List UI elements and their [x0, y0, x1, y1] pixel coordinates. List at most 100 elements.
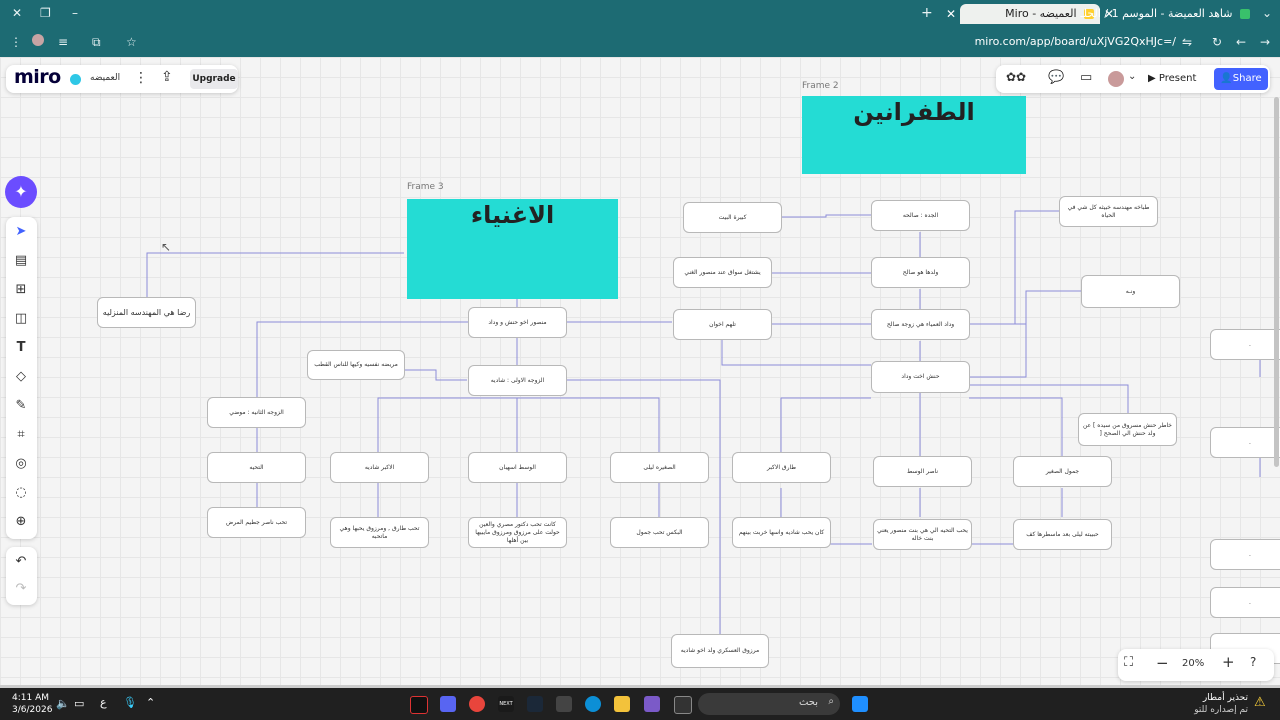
node-zawja-thania[interactable]: الزوجه الثانيه : موضي — [207, 397, 306, 428]
shapes-icon[interactable]: ◇ — [10, 366, 32, 388]
text-tool-icon[interactable]: T — [10, 337, 32, 359]
tray-chevron-up-icon[interactable]: ⌃ — [146, 696, 155, 709]
select-cursor-icon[interactable]: ➤ — [10, 221, 32, 243]
close-window-icon[interactable]: ✕ — [12, 4, 22, 22]
side-node-2[interactable]: . — [1210, 427, 1280, 458]
windows-start-icon[interactable] — [852, 696, 868, 712]
node-walad[interactable]: ولدها هو صالح — [871, 257, 970, 288]
clock[interactable]: 4:11 AM 3/6/2026 — [12, 692, 52, 716]
edge-icon[interactable] — [585, 696, 601, 712]
zoom-out-icon[interactable]: − — [1156, 654, 1169, 672]
recording-app-icon[interactable] — [410, 696, 428, 714]
bookmark-star-icon[interactable]: ☆ — [126, 33, 137, 51]
tab-shahid[interactable]: شاهد العميضة - الموسم 1 / الحلـ — [1081, 4, 1250, 24]
node-marzouq[interactable]: مرزوق العسكري ولد اخو شاديه — [671, 634, 769, 668]
extensions-icon[interactable]: ⧉ — [92, 33, 101, 51]
side-node-4[interactable]: . — [1210, 587, 1280, 618]
undo-icon[interactable]: ↶ — [10, 551, 32, 573]
node-jadda[interactable]: الجده : صالحه — [871, 200, 970, 231]
weather-alert-icon[interactable]: ⚠ — [1254, 695, 1266, 710]
network-icon[interactable]: ▭ — [74, 697, 84, 710]
comment-tool-icon[interactable]: ◌ — [10, 482, 32, 504]
user-avatar[interactable] — [1108, 71, 1124, 87]
frame-tool-icon[interactable]: ⌗ — [10, 424, 32, 446]
layout-grid-icon[interactable]: ⊞ — [10, 279, 32, 301]
reload-icon[interactable]: ↻ — [1212, 33, 1222, 51]
restore-window-icon[interactable]: ❐ — [40, 4, 51, 22]
back-arrow-icon[interactable]: ← — [1236, 33, 1246, 51]
miro-logo[interactable]: miro — [14, 66, 61, 88]
comments-icon[interactable]: 💬 — [1048, 70, 1064, 85]
board-name[interactable]: العميضه — [90, 73, 120, 83]
vertical-scrollbar[interactable] — [1274, 97, 1279, 467]
frame2-poor[interactable]: الطفرانين — [802, 96, 1026, 174]
search-box[interactable]: بحث ⌕ — [698, 693, 840, 715]
upgrade-button[interactable]: Upgrade — [190, 69, 238, 89]
miro-board-canvas[interactable]: Frame 3 الاغنياء Frame 2 الطفرانين رضا ه… — [0, 57, 1280, 685]
node-khatir[interactable]: خاطر حنش مسروق من سيده ] عن ولد حنش الي … — [1078, 413, 1177, 446]
node-nasser-wasat[interactable]: ناصر الوسط — [873, 456, 972, 487]
video-call-icon[interactable]: ▭ — [1080, 70, 1092, 85]
volume-icon[interactable]: 🔈 — [56, 697, 70, 710]
node-tabakha[interactable]: طباخه مهندسه خبيثه كل شي في الحياه — [1059, 196, 1158, 227]
redo-icon[interactable]: ↷ — [10, 578, 32, 600]
input-language[interactable]: ع — [100, 696, 107, 709]
m365-icon[interactable] — [644, 696, 660, 712]
store-icon[interactable] — [556, 696, 572, 712]
sticky-note-icon[interactable]: ◫ — [10, 308, 32, 330]
nvidia-next-icon[interactable]: NEXT — [498, 696, 514, 712]
minimize-window-icon[interactable]: – — [72, 4, 78, 22]
node-jamoul[interactable]: جمول الصغير — [1013, 456, 1112, 487]
node-widad[interactable]: وداد العمياء هي زوجة صالح — [871, 309, 970, 340]
close-tab-icon[interactable]: ✕ — [946, 4, 956, 24]
present-button[interactable]: ▶ Present — [1148, 69, 1208, 89]
node-akbar-shadia-text[interactable]: تحب طارق , ومرزوق يحبها وهي ماتحبه — [330, 517, 429, 548]
tab-miro[interactable]: العميضه - Miro — [960, 4, 1100, 24]
node-laila-text[interactable]: البكس تحب جمول — [610, 517, 709, 548]
node-sughra-laila[interactable]: الصغيره ليلى — [610, 452, 709, 483]
node-mariDa[interactable]: مريضه نفسيه وكيها للناس القطب — [307, 350, 405, 380]
palette-icon[interactable]: ◎ — [10, 453, 32, 475]
node-tawheed-text[interactable]: تحب ناصر جطيم المرض — [207, 507, 306, 538]
reading-mode-icon[interactable]: ≡ — [58, 33, 68, 51]
more-menu-icon[interactable]: ⋮ — [10, 33, 22, 51]
site-settings-icon[interactable]: ⇋ — [1182, 33, 1192, 51]
tab-search-chevron-icon[interactable]: ⌄ — [1262, 4, 1272, 22]
node-hanash[interactable]: حنش اخت وداد — [871, 361, 970, 393]
node-yashtaghil[interactable]: يشتغل سواق عند منصور الغني — [673, 257, 772, 288]
weather-warning[interactable]: تحذير أمطار تم إصداره للتو — [1178, 692, 1248, 716]
frame3-rich[interactable]: الاغنياء — [407, 199, 618, 299]
node-tawheed[interactable]: التحيه — [207, 452, 306, 483]
profile-avatar-icon[interactable] — [32, 33, 44, 51]
node-wasat-suhaiban[interactable]: الوسط اسهبان — [468, 452, 567, 483]
node-kabira[interactable]: كبيرة البيت — [683, 202, 782, 233]
node-mansour[interactable]: منصور اخو حنش و وداد — [468, 307, 567, 338]
node-reda[interactable]: رضا هي المهندسه المنزليه — [97, 297, 196, 328]
share-button[interactable]: 👤Share — [1214, 68, 1268, 90]
templates-icon[interactable]: ▤ — [10, 250, 32, 272]
node-jamoul-text[interactable]: حبيبته ليلى بعد ماسطرها كف — [1013, 519, 1112, 550]
pen-icon[interactable]: ✎ — [10, 395, 32, 417]
new-tab-icon[interactable]: + — [921, 4, 933, 22]
board-menu-icon[interactable]: ⋮ — [134, 70, 148, 86]
node-nasser-text[interactable]: يحب التحيه الي هي بنت منصور يعني بنت خال… — [873, 519, 972, 550]
reactions-icon[interactable]: ✿✿ — [1006, 70, 1026, 84]
node-akbar-shadia[interactable]: الاكبر شاديه — [330, 452, 429, 483]
node-nasr[interactable]: تلهم اخوان — [673, 309, 772, 340]
help-icon[interactable]: ? — [1250, 655, 1256, 669]
file-explorer-icon[interactable] — [614, 696, 630, 712]
node-tariq-text[interactable]: كان يحب شاديه واسها خربت بينهم — [732, 517, 831, 548]
microphone-icon[interactable]: 🎙 — [123, 696, 137, 709]
url-field[interactable]: miro.com/app/board/uXjVG2QxHJc=/ — [960, 35, 1176, 48]
export-share-icon[interactable]: ⇪ — [161, 69, 173, 85]
node-zawja-ula[interactable]: الزوجه الاولى : شاديه — [468, 365, 567, 396]
side-node-3[interactable]: . — [1210, 539, 1280, 570]
forward-arrow-icon[interactable]: → — [1260, 33, 1270, 51]
zoom-level[interactable]: 20% — [1182, 658, 1204, 669]
more-tools-icon[interactable]: ⊕ — [10, 511, 32, 533]
node-radha[interactable]: ونـه — [1081, 275, 1180, 308]
zoom-in-icon[interactable]: + — [1222, 653, 1235, 671]
fit-screen-icon[interactable]: ⛶ — [1124, 655, 1133, 670]
discord-icon[interactable] — [440, 696, 456, 712]
steam-icon[interactable] — [527, 696, 543, 712]
